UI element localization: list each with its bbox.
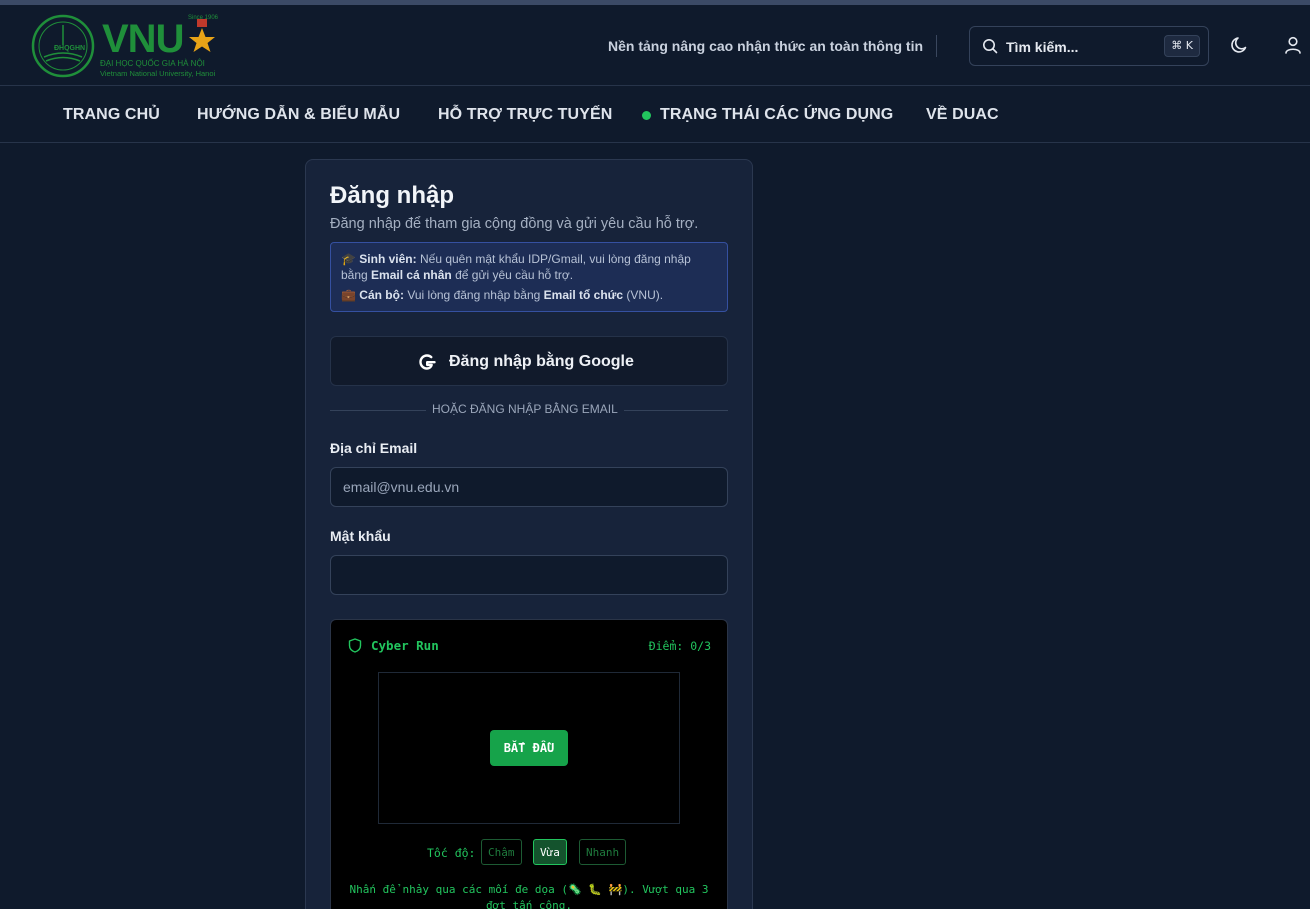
notice-student: 🎓 Sinh viên: Nếu quên mật khẩu IDP/Gmail… — [341, 251, 717, 283]
speed-label: Tốc độ: — [427, 846, 476, 860]
email-input[interactable] — [330, 467, 728, 507]
speed-medium-button[interactable]: Vừa — [533, 839, 567, 865]
login-title: Đăng nhập — [330, 182, 454, 209]
notice-staff-text: Vui lòng đăng nhập bằng — [407, 288, 541, 302]
star-medal-icon — [189, 19, 215, 52]
header-divider — [936, 35, 937, 57]
game-start-button[interactable]: BẮT ĐẦU — [490, 730, 568, 766]
game-hint: Nhấn để nhảy qua các mối đe dọa (🦠 🐛 🚧).… — [349, 883, 709, 909]
cyber-run-game: Cyber Run Điểm: 0/3 BẮT ĐẦU Tốc độ: Chậm… — [330, 619, 728, 909]
header-tagline: Nền tảng nâng cao nhận thức an toàn thôn… — [608, 38, 924, 54]
user-icon[interactable] — [1283, 35, 1303, 55]
briefcase-icon: 💼 — [341, 288, 356, 302]
shield-icon — [348, 638, 362, 653]
moon-icon[interactable] — [1230, 35, 1250, 55]
login-notice: 🎓 Sinh viên: Nếu quên mật khẩu IDP/Gmail… — [330, 242, 728, 312]
google-login-label: Đăng nhập bằng Google — [449, 353, 634, 370]
login-card: Đăng nhập Đăng nhập để tham gia cộng đồn… — [305, 159, 753, 909]
game-title: Cyber Run — [371, 638, 439, 653]
speed-fast-button[interactable]: Nhanh — [579, 839, 627, 865]
password-label: Mật khẩu — [330, 528, 391, 544]
google-icon — [419, 354, 436, 370]
login-subtitle: Đăng nhập để tham gia cộng đồng và gửi y… — [330, 216, 699, 232]
notice-student-bold: Email cá nhân — [371, 268, 452, 282]
email-label: Địa chỉ Email — [330, 440, 418, 456]
search-shortcut: ⌘ K — [1164, 35, 1200, 57]
nav-item-home[interactable]: TRANG CHỦ — [63, 106, 160, 124]
vnu-logo[interactable]: ĐHQGHN VNU Since 1906 ĐẠI HỌC QUỐC GIA H… — [30, 13, 240, 79]
divider-text: HOẶC ĐĂNG NHẬP BẰNG EMAIL — [426, 402, 624, 416]
nav-item-app-status[interactable]: TRẠNG THÁI CÁC ỨNG DỤNG — [660, 106, 893, 124]
google-login-button[interactable]: Đăng nhập bằng Google — [330, 336, 728, 386]
search-box[interactable]: Tìm kiếm... ⌘ K — [969, 26, 1209, 66]
status-indicator-dot — [642, 111, 651, 120]
search-icon — [983, 39, 998, 54]
logo-university-en: Vietnam National University, Hanoi — [100, 69, 216, 78]
nav-item-guides[interactable]: HƯỚNG DẪN & BIỂU MẪU — [197, 106, 400, 124]
main-nav: TRANG CHỦ HƯỚNG DẪN & BIỂU MẪU HỖ TRỢ TR… — [0, 87, 1310, 143]
logo-wordmark: VNU — [102, 17, 184, 61]
logo-university-vi: ĐẠI HỌC QUỐC GIA HÀ NỘI — [100, 59, 205, 68]
password-input[interactable] — [330, 555, 728, 595]
nav-item-about[interactable]: VỀ DUAC — [926, 106, 999, 124]
nav-item-support[interactable]: HỖ TRỢ TRỰC TUYẾN — [438, 106, 612, 124]
notice-staff-label: Cán bộ: — [359, 288, 404, 302]
logo-badge-text: ĐHQGHN — [54, 45, 86, 52]
site-header: ĐHQGHN VNU Since 1906 ĐẠI HỌC QUỐC GIA H… — [0, 5, 1310, 86]
notice-student-text-end: để gửi yêu cầu hỗ trợ. — [455, 268, 574, 282]
notice-student-label: Sinh viên: — [359, 252, 417, 266]
search-label: Tìm kiếm... — [1006, 39, 1079, 55]
graduation-cap-icon: 🎓 — [341, 252, 356, 266]
notice-staff-text-end: (VNU). — [626, 288, 664, 302]
notice-staff-bold: Email tổ chức — [543, 288, 624, 302]
game-score: Điểm: 0/3 — [648, 639, 711, 653]
speed-slow-button[interactable]: Chậm — [481, 839, 522, 865]
notice-staff: 💼 Cán bộ: Vui lòng đăng nhập bằng Email … — [341, 287, 717, 303]
